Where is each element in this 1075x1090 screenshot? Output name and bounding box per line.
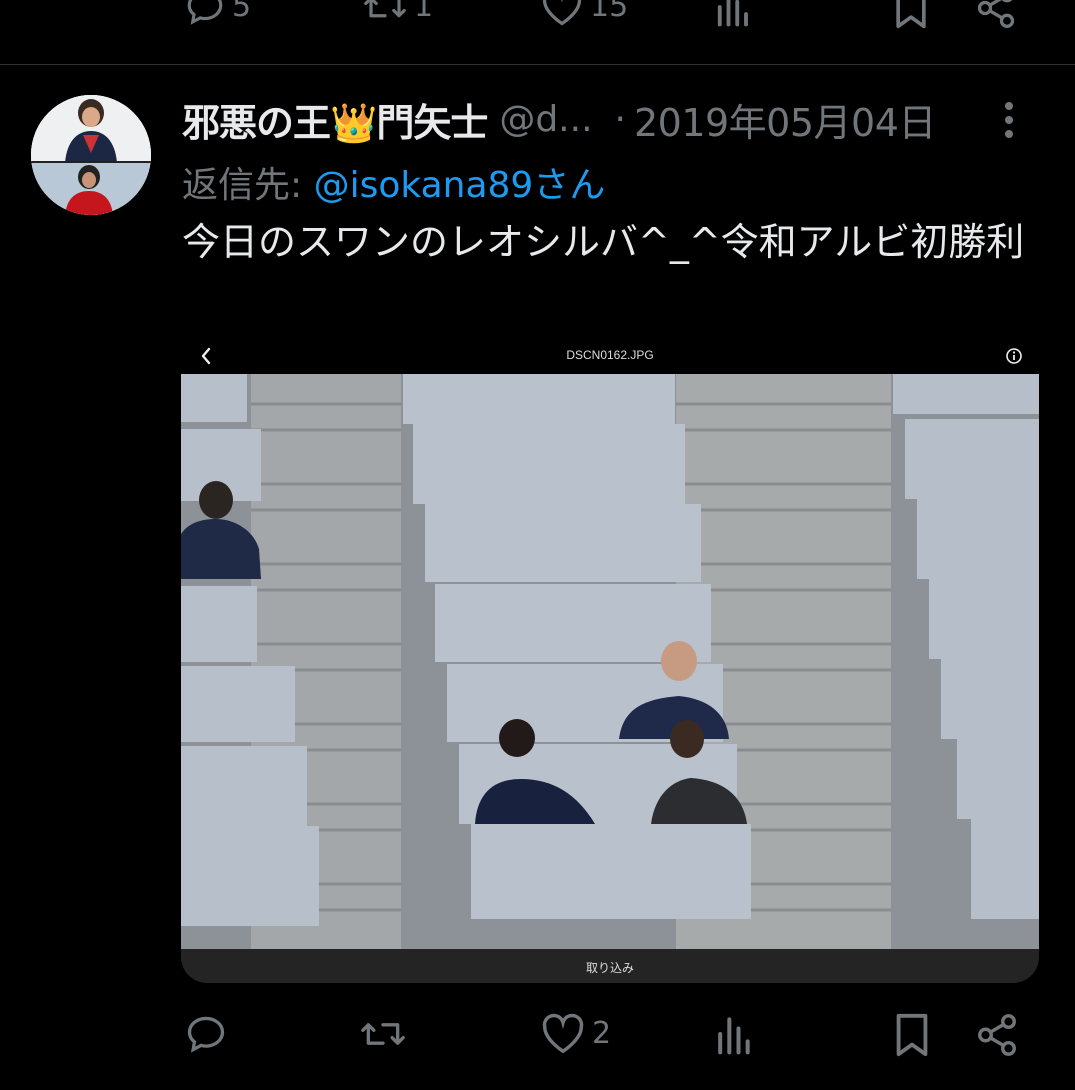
like-button[interactable]: 2 bbox=[540, 1012, 611, 1056]
prev-reply-count: 5 bbox=[232, 0, 252, 24]
photo-viewer-topbar: DSCN0162.JPG bbox=[181, 340, 1039, 374]
heart-icon bbox=[540, 0, 584, 28]
bookmark-icon bbox=[892, 1012, 932, 1058]
prev-share-button[interactable] bbox=[974, 0, 1018, 30]
import-label[interactable]: 取り込み bbox=[181, 959, 1039, 976]
info-icon bbox=[1005, 347, 1023, 365]
tweet-divider bbox=[0, 64, 1075, 65]
tweet-media[interactable]: DSCN0162.JPG 取り込み bbox=[181, 340, 1039, 983]
share-icon bbox=[974, 0, 1018, 30]
share-icon bbox=[974, 1012, 1020, 1058]
like-count: 2 bbox=[592, 1016, 612, 1051]
photo-viewer-bottombar: 取り込み bbox=[181, 949, 1039, 983]
analytics-icon bbox=[714, 1012, 752, 1056]
retweet-icon bbox=[362, 0, 408, 28]
retweet-icon bbox=[358, 1012, 408, 1056]
analytics-icon bbox=[714, 0, 750, 28]
prev-like-button[interactable]: 15 bbox=[540, 0, 628, 28]
prev-retweet-button[interactable]: 1 bbox=[362, 0, 433, 28]
heart-icon bbox=[540, 1012, 586, 1056]
reply-prefix: 返信先: bbox=[182, 165, 314, 206]
stadium-photo bbox=[181, 374, 1039, 949]
prev-views-button[interactable] bbox=[714, 0, 750, 28]
display-name[interactable]: 邪悪の王👑門矢士 bbox=[182, 92, 488, 147]
prev-retweet-count: 1 bbox=[414, 0, 434, 24]
prev-bookmark-button[interactable] bbox=[892, 0, 930, 30]
bookmark-button[interactable] bbox=[892, 1012, 932, 1058]
avatar[interactable] bbox=[31, 95, 151, 215]
more-options-icon[interactable] bbox=[996, 98, 1022, 142]
user-handle[interactable]: @d... bbox=[499, 99, 592, 140]
avatar-photo-top bbox=[31, 95, 151, 163]
header-separator: · bbox=[614, 98, 626, 140]
reply-icon bbox=[184, 1012, 228, 1056]
reply-icon bbox=[184, 0, 226, 28]
reply-context: 返信先: @isokana89さん bbox=[182, 156, 605, 208]
tweet-header: 邪悪の王👑門矢士 @d... · 2019年05月04日 bbox=[182, 92, 1022, 147]
tweet-text: 今日のスワンのレオシルバ^_^令和アルビ初勝利 bbox=[182, 220, 1025, 264]
reply-button[interactable] bbox=[184, 1012, 228, 1056]
tweet-date[interactable]: 2019年05月04日 bbox=[634, 92, 936, 147]
prev-reply-button[interactable]: 5 bbox=[184, 0, 251, 28]
previous-tweet-actions: 5 1 15 bbox=[0, 0, 1075, 36]
share-button[interactable] bbox=[974, 1012, 1020, 1058]
retweet-button[interactable] bbox=[358, 1012, 408, 1056]
views-button[interactable] bbox=[714, 1012, 752, 1056]
tweet-actions: 2 bbox=[0, 1012, 1075, 1068]
avatar-photo-bottom bbox=[31, 163, 151, 215]
bookmark-icon bbox=[892, 0, 930, 30]
photo-filename: DSCN0162.JPG bbox=[566, 348, 654, 362]
prev-like-count: 15 bbox=[590, 0, 629, 24]
reply-mention-link[interactable]: @isokana89さん bbox=[314, 165, 606, 206]
